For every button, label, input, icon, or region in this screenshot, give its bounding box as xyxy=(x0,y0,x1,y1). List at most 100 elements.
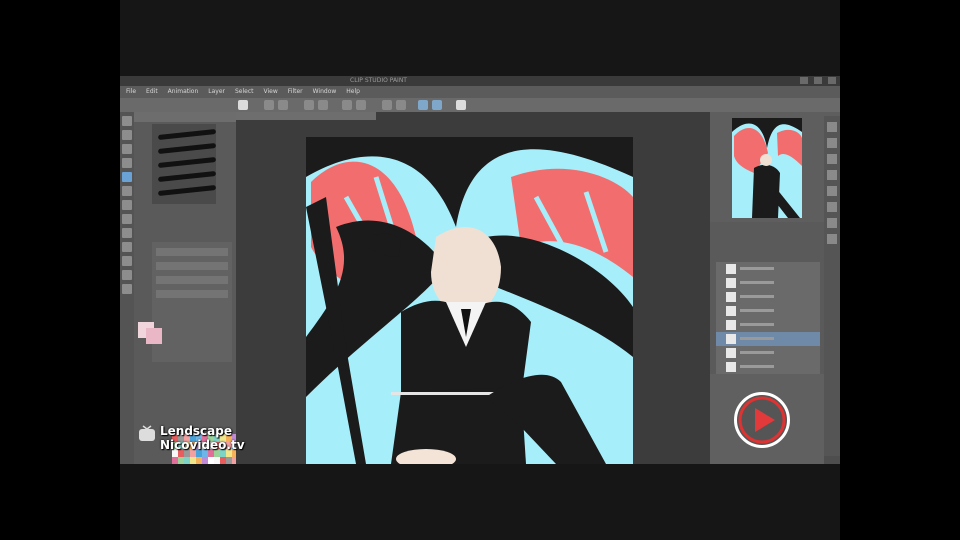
layer-row[interactable] xyxy=(716,318,820,332)
menu-bar: File Edit Animation Layer Select View Fi… xyxy=(120,86,840,98)
menu-filter[interactable]: Filter xyxy=(288,86,303,98)
layer-row[interactable] xyxy=(716,332,820,346)
brush-size-slider[interactable] xyxy=(156,248,228,256)
new-canvas-icon[interactable] xyxy=(238,100,248,110)
layer-row[interactable] xyxy=(716,360,820,374)
brush-preset[interactable] xyxy=(157,128,217,141)
info-icon[interactable] xyxy=(827,154,837,164)
layer-property-icon[interactable] xyxy=(827,218,837,228)
title-bar: CLIP STUDIO PAINT xyxy=(120,76,840,86)
pen-tool-icon[interactable] xyxy=(122,172,132,182)
menu-select[interactable]: Select xyxy=(235,86,254,98)
side-icon-bar xyxy=(824,116,840,456)
close-icon[interactable] xyxy=(828,77,836,84)
color-set-icon[interactable] xyxy=(827,202,837,212)
layer-name xyxy=(740,365,774,368)
eraser-tool-icon[interactable] xyxy=(122,228,132,238)
layer-name xyxy=(740,267,774,270)
layer-search-icon[interactable] xyxy=(827,234,837,244)
menu-help[interactable]: Help xyxy=(346,86,360,98)
anti-alias-row[interactable] xyxy=(156,276,228,284)
layer-name xyxy=(740,351,774,354)
window-controls xyxy=(800,77,836,84)
settings-icon[interactable] xyxy=(456,100,466,110)
color-wheel-icon[interactable] xyxy=(827,170,837,180)
maximize-icon[interactable] xyxy=(814,77,822,84)
open-icon[interactable] xyxy=(264,100,274,110)
menu-animation[interactable]: Animation xyxy=(168,86,199,98)
video-frame: CLIP STUDIO PAINT File Edit Animation La… xyxy=(120,0,840,540)
pencil-tool-icon[interactable] xyxy=(122,186,132,196)
transform-icon[interactable] xyxy=(382,100,392,110)
play-button[interactable] xyxy=(734,392,790,448)
paint-app-window: CLIP STUDIO PAINT File Edit Animation La… xyxy=(120,76,840,464)
brush-preset[interactable] xyxy=(157,184,217,197)
menu-view[interactable]: View xyxy=(264,86,278,98)
snap-icon[interactable] xyxy=(418,100,428,110)
layer-panel xyxy=(710,222,824,374)
layer-thumbnail xyxy=(726,348,736,358)
zoom-tool-icon[interactable] xyxy=(122,116,132,126)
layer-thumbnail xyxy=(726,292,736,302)
color-slider-icon[interactable] xyxy=(827,186,837,196)
play-icon xyxy=(738,396,786,444)
navigator-preview[interactable] xyxy=(732,118,802,218)
tool-palette xyxy=(120,112,134,464)
niconico-icon xyxy=(139,425,155,441)
airbrush-tool-icon[interactable] xyxy=(122,214,132,224)
stabilization-slider[interactable] xyxy=(156,290,228,298)
brush-preset-list xyxy=(152,124,217,204)
layer-row[interactable] xyxy=(716,346,820,360)
layer-name xyxy=(740,323,774,326)
text-tool-icon[interactable] xyxy=(122,284,132,294)
tool-property-panel xyxy=(152,242,232,362)
menu-file[interactable]: File xyxy=(126,86,136,98)
save-icon[interactable] xyxy=(278,100,288,110)
layer-row[interactable] xyxy=(716,262,820,276)
brush-panel-tab[interactable] xyxy=(134,112,236,122)
layer-row[interactable] xyxy=(716,276,820,290)
layer-row[interactable] xyxy=(716,290,820,304)
layer-thumbnail xyxy=(726,334,736,344)
layer-name xyxy=(740,309,774,312)
sub-tool-panel xyxy=(134,112,250,464)
fill-tool-icon[interactable] xyxy=(122,242,132,252)
sub-color-chip[interactable] xyxy=(146,328,162,344)
undo-icon[interactable] xyxy=(304,100,314,110)
brush-preset[interactable] xyxy=(157,156,217,169)
fill-icon[interactable] xyxy=(356,100,366,110)
gradient-tool-icon[interactable] xyxy=(122,256,132,266)
clear-icon[interactable] xyxy=(342,100,352,110)
layer-thumbnail xyxy=(726,306,736,316)
document-tab[interactable] xyxy=(236,112,376,120)
menu-window[interactable]: Window xyxy=(313,86,337,98)
layer-thumbnail xyxy=(726,278,736,288)
layer-name xyxy=(740,337,774,340)
layer-name xyxy=(740,295,774,298)
command-bar xyxy=(120,98,840,112)
layer-thumbnail xyxy=(726,362,736,372)
brush-preset[interactable] xyxy=(157,142,217,155)
eyedropper-tool-icon[interactable] xyxy=(122,158,132,168)
deselect-icon[interactable] xyxy=(396,100,406,110)
snap-ruler-icon[interactable] xyxy=(432,100,442,110)
layer-row[interactable] xyxy=(716,304,820,318)
menu-layer[interactable]: Layer xyxy=(208,86,225,98)
brush-tool-icon[interactable] xyxy=(122,200,132,210)
canvas-artwork[interactable] xyxy=(306,137,633,464)
select-tool-icon[interactable] xyxy=(122,144,132,154)
watermark-line1: Lendscape xyxy=(160,424,232,438)
figure-tool-icon[interactable] xyxy=(122,270,132,280)
opacity-slider[interactable] xyxy=(156,262,228,270)
move-tool-icon[interactable] xyxy=(122,130,132,140)
minimize-icon[interactable] xyxy=(800,77,808,84)
redo-icon[interactable] xyxy=(318,100,328,110)
navigator-icon[interactable] xyxy=(827,122,837,132)
menu-edit[interactable]: Edit xyxy=(146,86,158,98)
watermark-line2: Nicovideo.tv xyxy=(160,438,245,452)
brush-preset[interactable] xyxy=(157,170,217,183)
layer-thumbnail xyxy=(726,264,736,274)
layer-name xyxy=(740,281,774,284)
sub-view-icon[interactable] xyxy=(827,138,837,148)
window-title: CLIP STUDIO PAINT xyxy=(350,77,407,84)
